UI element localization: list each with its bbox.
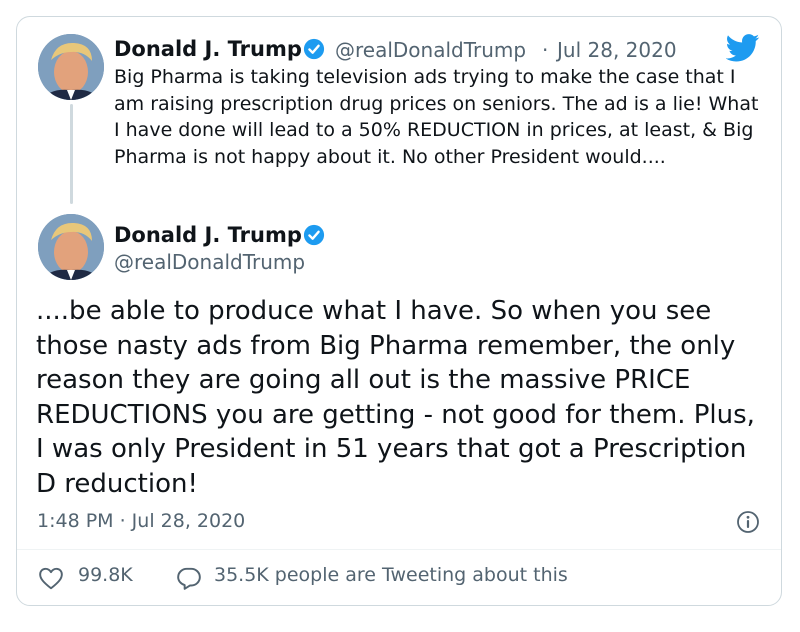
reply-author-avatar[interactable] [38,34,104,100]
main-tweet-text: ....be able to produce what I have. So w… [36,296,755,499]
main-author-handle[interactable]: @realDonaldTrump [114,250,305,274]
reply-author-handle[interactable]: @realDonaldTrump [335,38,526,62]
heart-icon[interactable] [38,566,64,590]
verified-badge-icon [303,224,325,246]
tweet-timestamp-link[interactable]: 1:48 PM · Jul 28, 2020 [37,510,245,532]
main-author-name[interactable]: Donald J. Trump [114,223,302,247]
speech-bubble-icon[interactable] [176,566,202,590]
twitter-bird-icon[interactable] [726,34,760,62]
like-count[interactable]: 99.8K [78,564,133,586]
main-author-avatar[interactable] [38,214,104,280]
info-icon[interactable] [736,510,760,534]
reply-tweet-text: Big Pharma is taking television ads tryi… [114,66,759,168]
avatar-portrait [38,214,104,280]
stats-divider [17,549,781,550]
thread-connector-line [70,104,73,204]
reply-author-name[interactable]: Donald J. Trump [114,37,302,61]
verified-badge-icon [303,38,325,60]
avatar-portrait [38,34,104,100]
reply-separator: · [542,38,549,62]
tweeting-about-link[interactable]: 35.5K people are Tweeting about this [214,564,568,586]
reply-date-link[interactable]: Jul 28, 2020 [557,38,677,62]
